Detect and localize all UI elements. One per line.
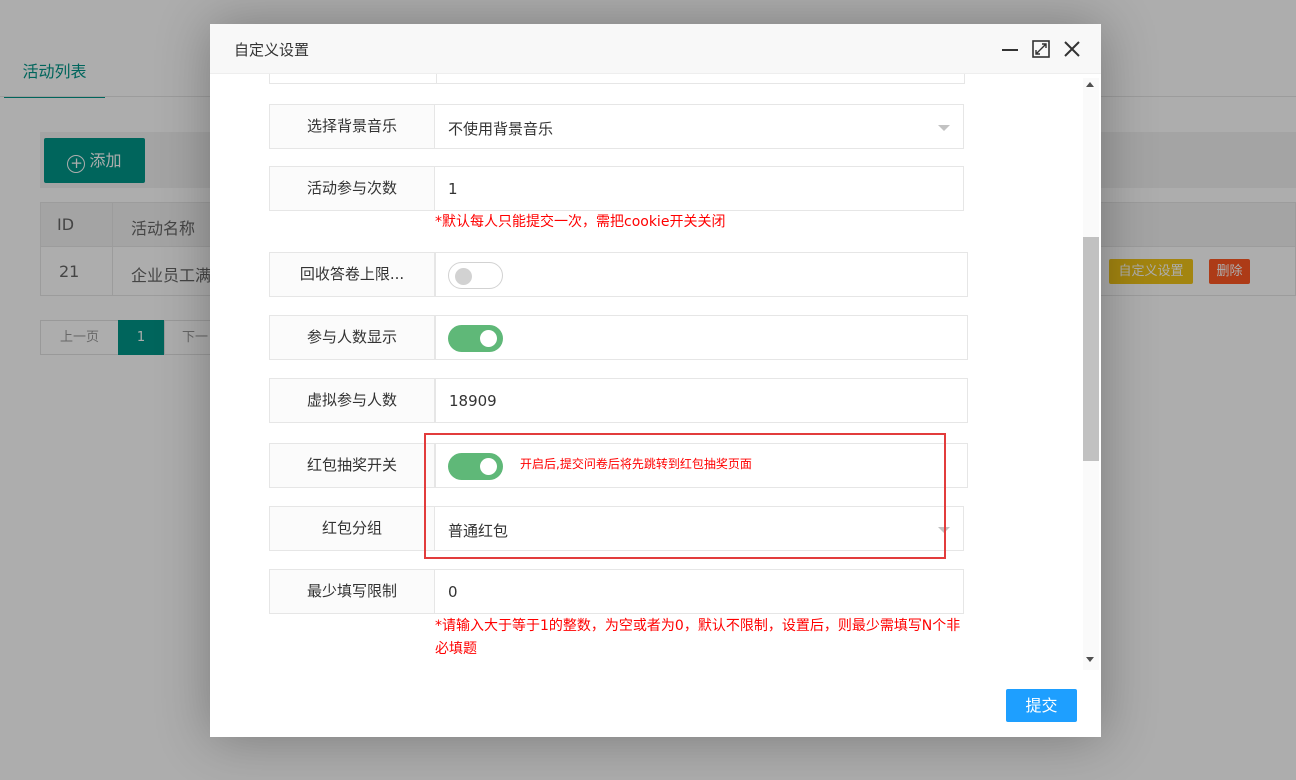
recycle-limit-label: 回收答卷上限... (269, 252, 435, 297)
virtual-participants-label: 虚拟参与人数 (269, 378, 435, 423)
recycle-limit-field (435, 252, 968, 297)
min-fill-hint: *请输入大于等于1的整数，为空或者为0，默认不限制，设置后，则最少需填写N个非必… (435, 618, 961, 657)
minimize-icon[interactable] (1002, 39, 1018, 59)
highlight-annotation-box (424, 433, 946, 559)
show-participants-field (435, 315, 968, 360)
participate-times-value: 1 (448, 180, 458, 198)
show-participants-label: 参与人数显示 (269, 315, 435, 360)
bgm-selected-value: 不使用背景音乐 (448, 120, 554, 138)
submit-button[interactable]: 提交 (1006, 689, 1077, 722)
close-icon[interactable] (1063, 40, 1081, 58)
participate-times-hint: *默认每人只能提交一次，需把cookie开关关闭 (435, 214, 726, 230)
chevron-down-icon (938, 125, 950, 131)
min-fill-label: 最少填写限制 (269, 569, 435, 614)
custom-settings-dialog: 自定义设置 选择背景音乐 不使用背景音乐 活动参与次数 1 *默认每人只能提交一… (210, 24, 1101, 737)
participate-times-label: 活动参与次数 (269, 166, 435, 211)
stub-divider (436, 74, 437, 83)
maximize-icon[interactable] (1032, 40, 1050, 58)
participate-times-input[interactable]: 1 (434, 166, 964, 211)
dialog-title: 自定义设置 (234, 41, 310, 59)
recycle-limit-toggle[interactable] (448, 262, 503, 289)
min-fill-input[interactable]: 0 (434, 569, 964, 614)
dialog-body: 选择背景音乐 不使用背景音乐 活动参与次数 1 *默认每人只能提交一次，需把co… (210, 74, 1101, 674)
virtual-participants-row: 虚拟参与人数 18909 (269, 378, 968, 423)
previous-row-stub (269, 74, 965, 84)
red-packet-switch-label: 红包抽奖开关 (269, 443, 435, 488)
bgm-row: 选择背景音乐 不使用背景音乐 (269, 104, 964, 149)
bgm-select[interactable]: 不使用背景音乐 (434, 104, 964, 149)
recycle-limit-row: 回收答卷上限... (269, 252, 968, 297)
red-packet-group-label: 红包分组 (269, 506, 435, 551)
scroll-down-arrow-icon[interactable] (1086, 657, 1094, 662)
toggle-knob (480, 330, 497, 347)
show-participants-toggle[interactable] (448, 325, 503, 352)
virtual-participants-input[interactable]: 18909 (435, 378, 968, 423)
show-participants-row: 参与人数显示 (269, 315, 968, 360)
min-fill-row: 最少填写限制 0 (269, 569, 964, 614)
scroll-up-arrow-icon[interactable] (1086, 82, 1094, 87)
scrollbar-thumb[interactable] (1083, 237, 1099, 461)
toggle-knob (455, 268, 472, 285)
participate-times-row: 活动参与次数 1 (269, 166, 964, 211)
min-fill-value: 0 (448, 583, 458, 601)
dialog-footer: 提交 (210, 674, 1101, 737)
virtual-participants-value: 18909 (449, 392, 497, 410)
dialog-header: 自定义设置 (210, 24, 1101, 74)
bgm-label: 选择背景音乐 (269, 104, 435, 149)
